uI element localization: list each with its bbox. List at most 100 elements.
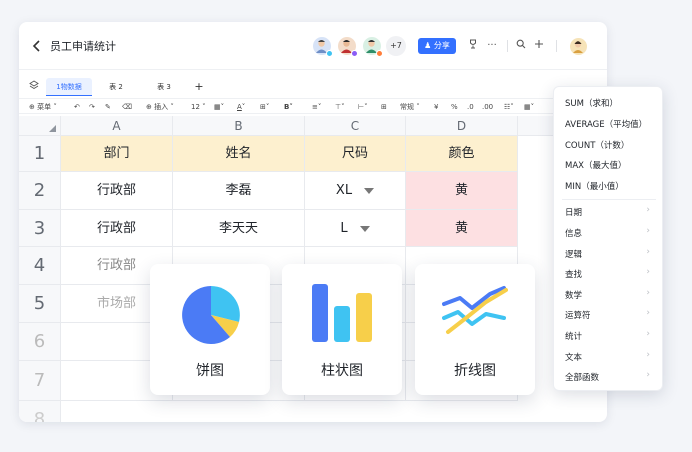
- undo-icon[interactable]: ↶: [74, 99, 80, 115]
- filter-icon[interactable]: ☷˅: [504, 99, 514, 115]
- menu-label: 菜单: [37, 103, 52, 111]
- insert-label: 插入: [154, 103, 169, 111]
- column-header-c[interactable]: C: [305, 116, 406, 136]
- menu-button[interactable]: ⊕ 菜单 ˅: [29, 99, 57, 115]
- current-user-avatar[interactable]: [569, 37, 588, 56]
- data-cell[interactable]: 黄: [406, 172, 518, 210]
- bar-chart-card[interactable]: 柱状图: [282, 264, 402, 395]
- row-header-3[interactable]: 3: [19, 210, 61, 247]
- data-cell[interactable]: 黄: [406, 210, 518, 247]
- menu-item-all-functions[interactable]: 全部函数: [565, 371, 599, 383]
- menu-divider: [562, 199, 656, 200]
- menu-item-info[interactable]: 信息: [565, 227, 582, 239]
- chevron-right-icon: ›: [646, 247, 650, 257]
- collaborator-avatar[interactable]: [337, 36, 358, 57]
- row-header-7[interactable]: 7: [19, 361, 61, 401]
- menu-item-max[interactable]: MAX（最大值）: [565, 159, 626, 171]
- wrap-icon[interactable]: ⊢˅: [358, 99, 368, 115]
- menu-item-count[interactable]: COUNT（计数）: [565, 139, 629, 151]
- back-arrow-icon[interactable]: [31, 38, 43, 54]
- header-cell[interactable]: 部门: [61, 136, 173, 172]
- layers-icon[interactable]: [27, 80, 41, 94]
- menu-item-logic[interactable]: 逻辑: [565, 248, 582, 260]
- freeze-icon[interactable]: ▦˅: [524, 99, 534, 115]
- fill-color-icon[interactable]: ▦˅: [214, 99, 224, 115]
- dropdown-cell[interactable]: L: [305, 210, 406, 247]
- bar-chart-label: 柱状图: [321, 363, 363, 379]
- chevron-right-icon: ›: [646, 267, 650, 277]
- share-button[interactable]: ♟ 分享: [418, 38, 456, 54]
- data-cell[interactable]: 行政部: [61, 210, 173, 247]
- dropdown-value: XL: [335, 183, 353, 198]
- pie-chart-label: 饼图: [196, 363, 224, 379]
- column-header-a[interactable]: A: [61, 116, 173, 136]
- percent-icon[interactable]: %: [451, 99, 458, 115]
- number-format-select[interactable]: 常规 ˅: [400, 99, 420, 115]
- merge-cells-icon[interactable]: ⊞: [381, 99, 387, 115]
- row-header-5[interactable]: 5: [19, 285, 61, 323]
- more-collaborators-count[interactable]: +7: [386, 36, 406, 56]
- format-painter-icon[interactable]: ✎: [105, 99, 111, 115]
- decrease-decimal-icon[interactable]: .0: [467, 99, 474, 115]
- pie-chart-card[interactable]: 饼图: [150, 264, 270, 395]
- text-color-icon[interactable]: A˅: [237, 99, 245, 115]
- menu-item-min[interactable]: MIN（最小值）: [565, 180, 624, 192]
- collaborator-avatar[interactable]: [312, 36, 333, 57]
- data-cell[interactable]: 行政部: [61, 172, 173, 210]
- menu-item-lookup[interactable]: 查找: [565, 268, 582, 280]
- row-header-6[interactable]: 6: [19, 323, 61, 361]
- row-header-2[interactable]: 2: [19, 172, 61, 210]
- dropdown-cell[interactable]: XL: [305, 172, 406, 210]
- tab-sheet-2[interactable]: 表 2: [97, 78, 135, 96]
- menu-item-text[interactable]: 文本: [565, 351, 582, 363]
- menu-item-average[interactable]: AVERAGE（平均值）: [565, 118, 647, 130]
- column-header-d[interactable]: D: [406, 116, 518, 136]
- clear-format-icon[interactable]: ⌫: [122, 99, 132, 115]
- menu-item-sum[interactable]: SUM（求和）: [565, 97, 618, 109]
- add-sheet-button[interactable]: +: [191, 78, 207, 96]
- tab-sheet-3[interactable]: 表 3: [145, 78, 183, 96]
- pie-chart-icon: [182, 286, 240, 344]
- data-cell[interactable]: 李天天: [173, 210, 305, 247]
- title-bar: 员工申请统计 +7 ♟ 分享 ···: [19, 22, 607, 70]
- sheet-tab-bar: 1物数据 表 2 表 3 +: [19, 78, 607, 96]
- chevron-right-icon: ›: [646, 308, 650, 318]
- row-header-8[interactable]: 8: [19, 401, 61, 422]
- dropdown-arrow-icon[interactable]: [359, 225, 370, 232]
- share-label: 分享: [433, 41, 450, 50]
- redo-icon[interactable]: ↷: [89, 99, 95, 115]
- vertical-align-icon[interactable]: ⊤˅: [335, 99, 345, 115]
- line-chart-card[interactable]: 折线图: [415, 264, 535, 395]
- chevron-right-icon: ›: [646, 205, 650, 215]
- bold-icon[interactable]: B˅: [284, 99, 293, 115]
- borders-icon[interactable]: ⊞˅: [260, 99, 269, 115]
- share-user-icon: ♟: [424, 41, 432, 50]
- row-header-1[interactable]: 1: [19, 136, 61, 172]
- tab-sheet-1[interactable]: 1物数据: [46, 78, 92, 96]
- add-icon[interactable]: [532, 39, 546, 53]
- menu-item-operator[interactable]: 运算符: [565, 309, 591, 321]
- more-options-icon[interactable]: ···: [485, 39, 499, 53]
- column-header-b[interactable]: B: [173, 116, 305, 136]
- menu-item-date[interactable]: 日期: [565, 206, 582, 218]
- select-all-corner[interactable]: [19, 116, 61, 136]
- toolbar-divider: [556, 40, 557, 52]
- menu-item-statistics[interactable]: 统计: [565, 330, 582, 342]
- chevron-right-icon: ›: [646, 350, 650, 360]
- dropdown-arrow-icon[interactable]: [364, 187, 375, 194]
- font-size-select[interactable]: 12 ˅: [191, 99, 206, 115]
- header-cell[interactable]: 颜色: [406, 136, 518, 172]
- trophy-icon[interactable]: [466, 39, 480, 53]
- row-header-4[interactable]: 4: [19, 247, 61, 285]
- insert-button[interactable]: ⊕ 插入 ˅: [146, 99, 174, 115]
- header-cell[interactable]: 姓名: [173, 136, 305, 172]
- collaborator-avatar[interactable]: [362, 36, 383, 57]
- currency-icon[interactable]: ¥: [434, 99, 438, 115]
- data-cell[interactable]: 李磊: [173, 172, 305, 210]
- increase-decimal-icon[interactable]: .00: [482, 99, 493, 115]
- align-icon[interactable]: ≡˅: [312, 99, 321, 115]
- menu-item-math[interactable]: 数学: [565, 289, 582, 301]
- font-size-value: 12: [191, 103, 200, 111]
- header-cell[interactable]: 尺码: [305, 136, 406, 172]
- search-icon[interactable]: [514, 39, 528, 53]
